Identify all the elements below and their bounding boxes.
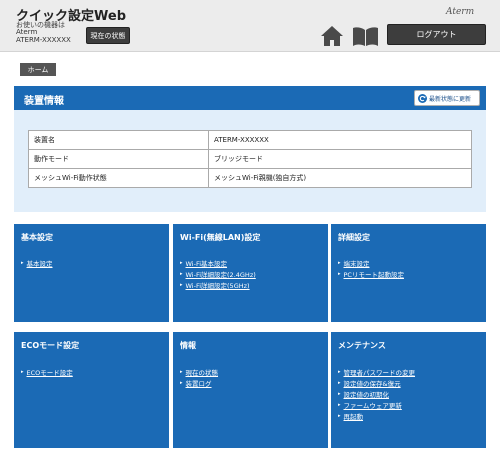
device-name-value: ATERM-XXXXXX — [208, 130, 472, 150]
device-model: ATERM-XXXXXX — [16, 36, 71, 44]
device-info-title: 装置情報 — [24, 96, 64, 107]
device-info-table: 装置名 ATERM-XXXXXX 動作モード ブリッジモード メッシュWi-Fi… — [28, 130, 472, 188]
link-eco-mode[interactable]: ▸ ECOモード設定 — [21, 366, 73, 377]
arrow-right-icon: ▸ — [338, 270, 341, 277]
table-row: 装置名 ATERM-XXXXXX — [28, 130, 472, 150]
link-terminal-settings[interactable]: ▸ 端末設定 — [338, 257, 404, 268]
table-row: 動作モード ブリッジモード — [28, 149, 472, 169]
card-maintenance: メンテナンス ▸ 管理者パスワードの変更 ▸ 設定値の保存&復元 ▸ 設定値の初期化 … — [331, 332, 486, 448]
card-link-list: ▸ 端末設定 ▸ PCリモート起動設定 — [338, 257, 404, 279]
link-wifi-5ghz[interactable]: ▸ Wi-Fi詳細設定(5GHz) — [180, 279, 256, 290]
card-information: 情報 ▸ 現在の状態 ▸ 装置ログ — [173, 332, 328, 448]
card-basic-settings: 基本設定 ▸ 基本設定 — [14, 224, 169, 322]
arrow-right-icon: ▸ — [180, 379, 183, 386]
link-backup-restore[interactable]: ▸ 設定値の保存&復元 — [338, 377, 415, 388]
card-link-list: ▸ ECOモード設定 — [21, 366, 73, 377]
card-link-list: ▸ Wi-Fi基本設定 ▸ Wi-Fi詳細設定(2.4GHz) ▸ Wi-Fi詳細設定… — [180, 257, 256, 290]
card-link-list: ▸ 基本設定 — [21, 257, 53, 268]
link-device-log[interactable]: ▸ 装置ログ — [180, 377, 218, 388]
card-title: 基本設定 — [21, 233, 53, 242]
arrow-right-icon: ▸ — [180, 259, 183, 266]
card-eco-mode: ECOモード設定 ▸ ECOモード設定 — [14, 332, 169, 448]
arrow-right-icon: ▸ — [180, 281, 183, 288]
home-icon[interactable] — [321, 26, 343, 46]
card-title: メンテナンス — [338, 341, 386, 350]
refresh-button[interactable]: 最新状態に更新 — [414, 90, 480, 106]
table-row: メッシュWi-Fi動作状態 メッシュWi-Fi親機(独自方式) — [28, 168, 472, 188]
refresh-icon — [418, 93, 427, 103]
link-pc-remote-wake[interactable]: ▸ PCリモート起動設定 — [338, 268, 404, 279]
operation-mode-label: 動作モード — [28, 149, 209, 169]
link-firmware-update[interactable]: ▸ ファームウェア更新 — [338, 399, 415, 410]
link-reboot[interactable]: ▸ 再起動 — [338, 410, 415, 421]
device-info-header: 装置情報 最新状態に更新 — [14, 86, 486, 110]
card-link-list: ▸ 管理者パスワードの変更 ▸ 設定値の保存&復元 ▸ 設定値の初期化 ▸ ファームウェ… — [338, 366, 415, 421]
card-title: ECOモード設定 — [21, 341, 80, 350]
arrow-right-icon: ▸ — [338, 412, 341, 419]
arrow-right-icon: ▸ — [180, 270, 183, 277]
aterm-logo: Aterm — [446, 7, 475, 17]
logout-button[interactable]: ログアウト — [387, 24, 486, 45]
device-info-body: 装置名 ATERM-XXXXXX 動作モード ブリッジモード メッシュWi-Fi… — [14, 110, 486, 212]
arrow-right-icon: ▸ — [21, 368, 24, 375]
manual-book-icon[interactable] — [353, 27, 378, 46]
arrow-right-icon: ▸ — [338, 390, 341, 397]
mesh-status-label: メッシュWi-Fi動作状態 — [28, 168, 209, 188]
card-title: Wi-Fi(無線LAN)設定 — [180, 233, 261, 242]
arrow-right-icon: ▸ — [338, 259, 341, 266]
card-title: 情報 — [180, 341, 196, 350]
current-status-button[interactable]: 現在の状態 — [86, 27, 130, 44]
card-title: 詳細設定 — [338, 233, 370, 242]
card-advanced-settings: 詳細設定 ▸ 端末設定 ▸ PCリモート起動設定 — [331, 224, 486, 322]
arrow-right-icon: ▸ — [338, 379, 341, 386]
link-admin-password[interactable]: ▸ 管理者パスワードの変更 — [338, 366, 415, 377]
arrow-right-icon: ▸ — [21, 259, 24, 266]
refresh-button-label: 最新状態に更新 — [429, 95, 472, 103]
breadcrumb-home[interactable]: ホーム — [20, 63, 56, 76]
arrow-right-icon: ▸ — [338, 401, 341, 408]
arrow-right-icon: ▸ — [180, 368, 183, 375]
device-brand: Aterm — [16, 28, 38, 36]
link-basic-settings[interactable]: ▸ 基本設定 — [21, 257, 53, 268]
operation-mode-value: ブリッジモード — [208, 149, 472, 169]
header: クイック設定Web お使いの機器は Aterm ATERM-XXXXXX 現在の… — [0, 0, 500, 52]
link-wifi-basic[interactable]: ▸ Wi-Fi基本設定 — [180, 257, 256, 268]
link-current-status[interactable]: ▸ 現在の状態 — [180, 366, 218, 377]
link-wifi-24ghz[interactable]: ▸ Wi-Fi詳細設定(2.4GHz) — [180, 268, 256, 279]
device-name-label: 装置名 — [28, 130, 209, 150]
arrow-right-icon: ▸ — [338, 368, 341, 375]
link-factory-reset[interactable]: ▸ 設定値の初期化 — [338, 388, 415, 399]
mesh-status-value: メッシュWi-Fi親機(独自方式) — [208, 168, 472, 188]
card-link-list: ▸ 現在の状態 ▸ 装置ログ — [180, 366, 218, 388]
card-wifi-settings: Wi-Fi(無線LAN)設定 ▸ Wi-Fi基本設定 ▸ Wi-Fi詳細設定(2.4… — [173, 224, 328, 322]
